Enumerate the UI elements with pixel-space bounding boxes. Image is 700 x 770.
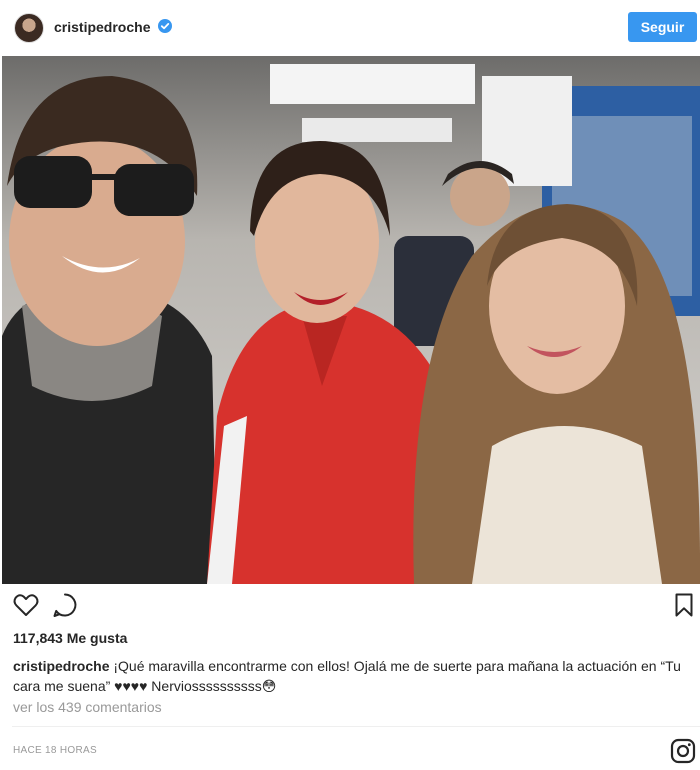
post-photo[interactable]: [2, 56, 700, 584]
avatar[interactable]: [14, 13, 44, 43]
divider: [12, 726, 700, 727]
post-timestamp[interactable]: HACE 18 HORAS: [13, 745, 97, 756]
caption-username[interactable]: cristipedroche: [13, 658, 109, 674]
post-header: cristipedroche Seguir: [0, 0, 700, 56]
verified-badge-icon: [158, 19, 172, 33]
comment-bubble-icon[interactable]: [50, 590, 80, 620]
instagram-logo-icon[interactable]: [670, 738, 696, 764]
post-caption: cristipedroche ¡Qué maravilla encontrarm…: [13, 656, 693, 696]
bookmark-icon[interactable]: [669, 590, 699, 620]
caption-text: ¡Qué maravilla encontrarme con ellos! Oj…: [13, 658, 681, 694]
action-bar: [0, 590, 700, 622]
view-comments-link[interactable]: ver los 439 comentarios: [13, 699, 162, 715]
username[interactable]: cristipedroche: [54, 19, 150, 35]
photo-illustration: [2, 56, 700, 584]
follow-button[interactable]: Seguir: [628, 12, 697, 42]
likes-count[interactable]: 117,843 Me gusta: [13, 630, 127, 646]
heart-icon[interactable]: [11, 590, 41, 620]
